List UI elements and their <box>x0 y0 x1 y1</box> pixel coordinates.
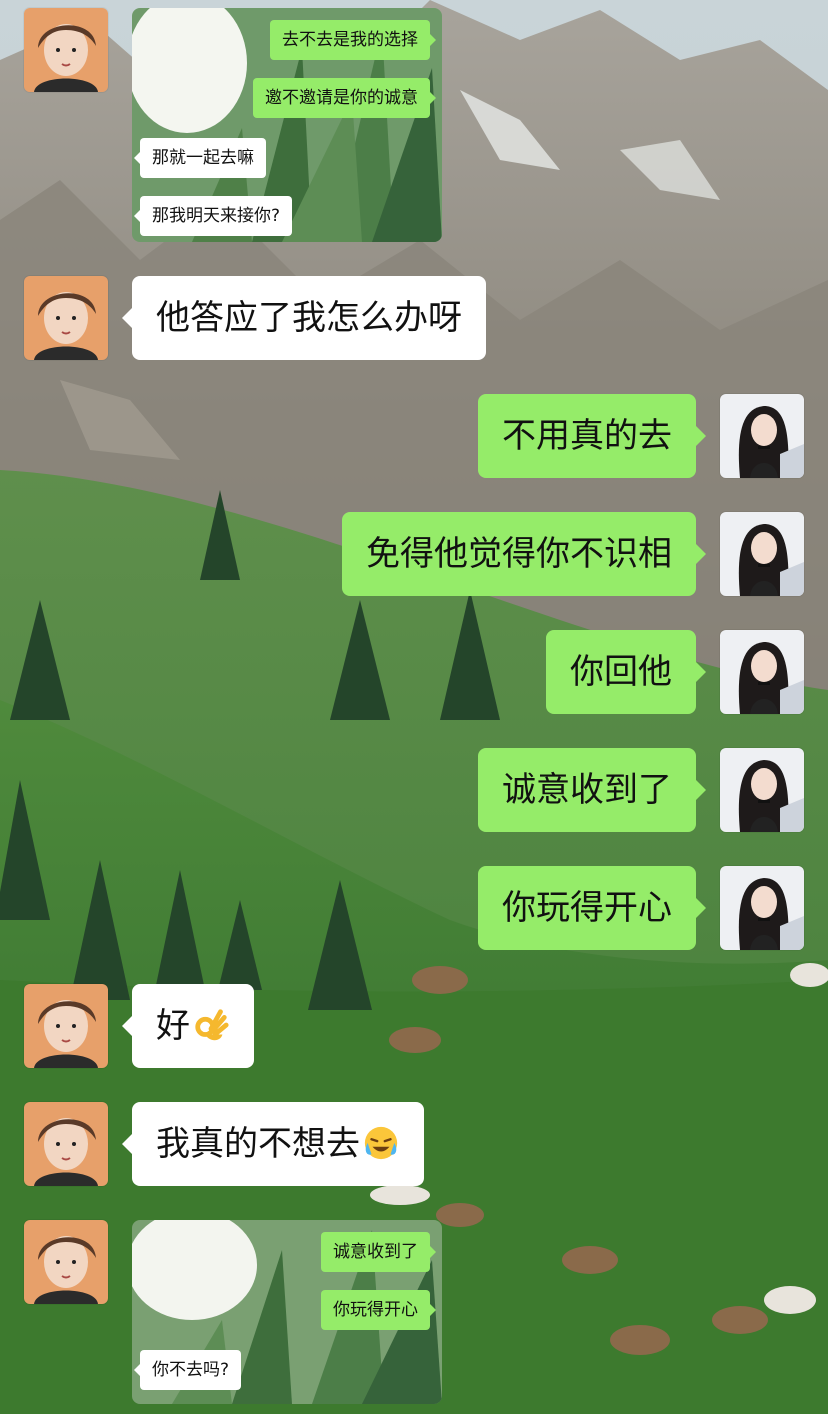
contact-avatar[interactable] <box>24 1220 108 1304</box>
screenshot-message-2: 邀不邀请是你的诚意 <box>253 78 436 118</box>
ok-hand-emoji <box>195 1008 229 1040</box>
chat-screenshot-image[interactable]: 诚意收到了 你玩得开心 你不去吗? <box>132 1220 442 1404</box>
my-avatar[interactable] <box>720 512 804 596</box>
message-bubble-received[interactable]: 他答应了我怎么办呀 <box>122 276 486 360</box>
message-bubble-sent[interactable]: 你玩得开心 <box>478 866 706 950</box>
message-bubble-received[interactable]: 好 <box>122 984 254 1068</box>
contact-avatar[interactable] <box>24 1102 108 1186</box>
my-avatar[interactable] <box>720 394 804 478</box>
my-avatar[interactable] <box>720 630 804 714</box>
screenshot-message-1: 诚意收到了 <box>321 1232 436 1272</box>
crying-laughing-emoji <box>364 1126 398 1159</box>
contact-avatar[interactable] <box>24 276 108 360</box>
chat-screenshot-image[interactable]: 去不去是我的选择 邀不邀请是你的诚意 那就一起去嘛 那我明天来接你? <box>132 8 442 242</box>
screenshot-message-3: 你不去吗? <box>133 1350 242 1390</box>
contact-avatar[interactable] <box>24 984 108 1068</box>
screenshot-message-4: 那我明天来接你? <box>133 196 293 236</box>
screenshot-message-2: 你玩得开心 <box>321 1290 436 1330</box>
screenshot-message-3: 那就一起去嘛 <box>134 138 266 178</box>
my-avatar[interactable] <box>720 866 804 950</box>
message-text: 好 <box>156 1006 190 1046</box>
message-bubble-sent[interactable]: 诚意收到了 <box>478 748 706 832</box>
contact-avatar[interactable] <box>24 8 108 92</box>
message-bubble-received[interactable]: 我真的不想去 <box>122 1102 424 1186</box>
message-text: 我真的不想去 <box>156 1124 360 1164</box>
message-bubble-sent[interactable]: 不用真的去 <box>478 394 706 478</box>
message-bubble-sent[interactable]: 免得他觉得你不识相 <box>342 512 706 596</box>
screenshot-message-1: 去不去是我的选择 <box>270 20 436 60</box>
my-avatar[interactable] <box>720 748 804 832</box>
message-bubble-sent[interactable]: 你回他 <box>546 630 706 714</box>
